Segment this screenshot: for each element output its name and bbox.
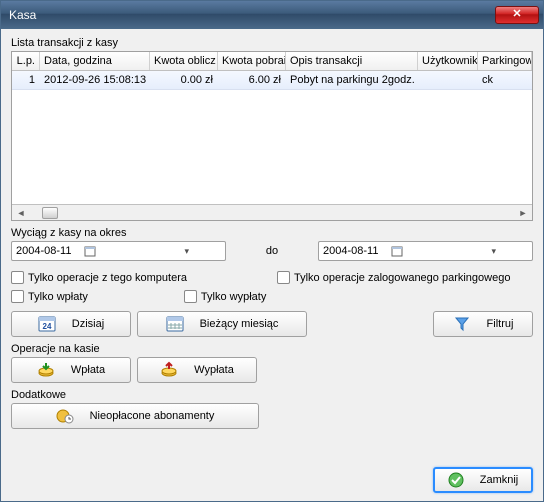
cash-window: Kasa ✕ Lista transakcji z kasy L.p. Data… [0,0,544,502]
scroll-thumb[interactable] [42,207,58,219]
scroll-right-icon[interactable]: ► [516,207,530,219]
date-from-value: 2004-08-11 [16,245,84,257]
cell-lp: 1 [12,71,40,89]
unpaid-subs-button[interactable]: Nieopłacone abonamenty [11,403,259,429]
transactions-grid[interactable]: L.p. Data, godzina Kwota oblicz Kwota po… [11,51,533,221]
horizontal-scrollbar[interactable]: ◄ ► [12,204,532,220]
col-parkingowy[interactable]: Parkingowy [478,52,532,70]
date-from-input[interactable]: 2004-08-11 ▾ [11,241,226,261]
calendar-icon[interactable] [84,245,152,257]
cell-user [418,71,478,89]
button-label: Zamknij [480,474,519,486]
col-lp[interactable]: L.p. [12,52,40,70]
transactions-section: Lista transakcji z kasy L.p. Data, godzi… [11,37,533,221]
close-button[interactable]: Zamknij [433,467,533,493]
check-this-pc[interactable]: Tylko operacje z tego komputera [11,271,187,284]
extra-section: Dodatkowe Nieopłacone abonamenty [11,389,533,429]
col-kwota-pobr[interactable]: Kwota pobrai [218,52,286,70]
deposit-button[interactable]: Wpłata [11,357,131,383]
check-label: Tylko wypłaty [201,291,266,303]
checkbox-icon [184,290,197,303]
cell-kwota2: 6.00 zł [218,71,286,89]
scroll-left-icon[interactable]: ◄ [14,207,28,219]
chevron-down-icon[interactable]: ▾ [460,246,528,257]
col-opis[interactable]: Opis transakcji [286,52,418,70]
date-to-input[interactable]: 2004-08-11 ▾ [318,241,533,261]
col-kwota-oblicz[interactable]: Kwota oblicz [150,52,218,70]
close-icon[interactable]: ✕ [495,6,539,24]
cell-park: ck [478,71,532,89]
calendar-icon[interactable] [391,245,459,257]
chevron-down-icon[interactable]: ▾ [153,246,221,257]
check-label: Tylko wpłaty [28,291,88,303]
check-wplaty[interactable]: Tylko wpłaty [11,290,88,303]
window-title: Kasa [9,8,495,22]
extra-label: Dodatkowe [11,389,533,401]
button-label: Dzisiaj [72,318,104,330]
funnel-icon [453,315,471,333]
cash-ops-section: Operacje na kasie Wpłata Wypłata [11,343,533,383]
svg-text:24: 24 [42,322,51,331]
col-user[interactable]: Użytkownik [418,52,478,70]
checks-row-1: Tylko operacje z tego komputera Tylko op… [11,271,533,284]
calendar-month-icon [166,315,184,333]
table-row[interactable]: 1 2012-09-26 15:08:13 0.00 zł 6.00 zł Po… [12,71,532,90]
button-label: Filtruj [487,318,514,330]
filter-buttons-row: 24 Dzisiaj Bieżący miesiąc Filtruj [11,311,533,337]
cell-date: 2012-09-26 15:08:13 [40,71,150,89]
check-wyplaty[interactable]: Tylko wypłaty [184,290,266,303]
money-clock-icon [56,407,74,425]
checkbox-icon [11,290,24,303]
col-date[interactable]: Data, godzina [40,52,150,70]
to-label: do [232,245,312,257]
today-button[interactable]: 24 Dzisiaj [11,311,131,337]
checkbox-icon [277,271,290,284]
range-label: Wyciąg z kasy na okres [11,227,533,239]
date-range-section: Wyciąg z kasy na okres 2004-08-11 ▾ do 2… [11,227,533,261]
calendar-day-icon: 24 [38,315,56,333]
grid-header: L.p. Data, godzina Kwota oblicz Kwota po… [12,52,532,71]
checks-row-2: Tylko wpłaty Tylko wypłaty [11,290,533,303]
button-label: Wpłata [71,364,105,376]
date-to-value: 2004-08-11 [323,245,391,257]
filter-button[interactable]: Filtruj [433,311,533,337]
button-label: Nieopłacone abonamenty [90,410,215,422]
cell-kwota1: 0.00 zł [150,71,218,89]
transactions-label: Lista transakcji z kasy [11,37,533,49]
checkbox-icon [11,271,24,284]
ops-label: Operacje na kasie [11,343,533,355]
check-label: Tylko operacje z tego komputera [28,272,187,284]
button-label: Bieżący miesiąc [200,318,279,330]
coins-in-icon [37,361,55,379]
check-circle-icon [448,471,464,489]
button-label: Wypłata [194,364,234,376]
grid-body: 1 2012-09-26 15:08:13 0.00 zł 6.00 zł Po… [12,71,532,204]
current-month-button[interactable]: Bieżący miesiąc [137,311,307,337]
coins-out-icon [160,361,178,379]
bottom-bar: Zamknij [1,463,543,501]
cell-opis: Pobyt na parkingu 2godz. [286,71,418,89]
check-label: Tylko operacje zalogowanego parkingowego [294,272,510,284]
titlebar: Kasa ✕ [1,1,543,29]
content-area: Lista transakcji z kasy L.p. Data, godzi… [1,29,543,463]
withdraw-button[interactable]: Wypłata [137,357,257,383]
check-logged-park[interactable]: Tylko operacje zalogowanego parkingowego [277,271,510,284]
